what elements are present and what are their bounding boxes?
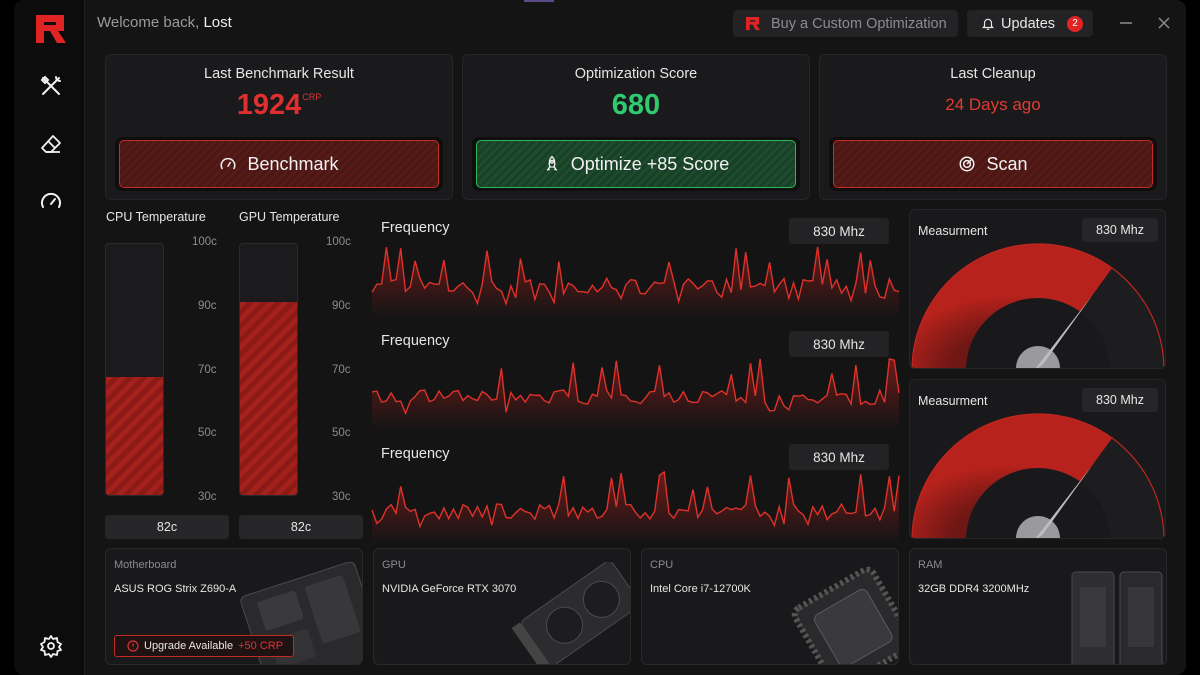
optimize-button-frame: Optimize +85 Score — [472, 137, 800, 191]
gpu-tick-100: 100c — [326, 236, 351, 248]
optimization-score: 680 — [611, 89, 661, 121]
benchmark-button-frame: Benchmark — [115, 137, 443, 191]
frequency-graph — [371, 358, 900, 430]
scan-button[interactable]: Scan — [833, 140, 1153, 188]
cpu-name: Intel Core i7-12700K — [650, 583, 751, 595]
upgrade-available-button[interactable]: Upgrade Available +50 CRP — [114, 635, 294, 657]
sidebar — [14, 0, 85, 675]
cpu-temperature-label: CPU Temperature — [106, 210, 206, 224]
cpu-temperature-bar — [105, 243, 164, 496]
measurement-gauge-card: Measurment 830 Mhz — [909, 379, 1166, 539]
gear-icon — [40, 635, 62, 658]
username: Lost — [203, 14, 232, 31]
scan-button-frame: Scan — [829, 137, 1157, 191]
gpu-tick-70: 70c — [332, 364, 351, 376]
cleanup-card: Last Cleanup 24 Days ago Scan — [819, 54, 1167, 200]
cpu-tick-70: 70c — [198, 364, 217, 376]
optimization-card: Optimization Score 680 Optimize +85 Scor… — [462, 54, 810, 200]
motherboard-card: Motherboard ASUS ROG Strix Z690-A Upgrad… — [105, 548, 363, 665]
updates-count-badge: 2 — [1067, 15, 1084, 32]
gpu-tick-50: 50c — [332, 427, 351, 439]
sidebar-item-cleaner[interactable] — [37, 130, 65, 158]
motherboard-title: Motherboard — [114, 559, 177, 571]
benchmark-unit: CRP — [302, 92, 322, 102]
frequency-label: Frequency — [381, 333, 450, 349]
app-window: Welcome back, Lost Buy a Custom Optimiza… — [14, 0, 1186, 675]
gpu-name: NVIDIA GeForce RTX 3070 — [382, 583, 517, 595]
upgrade-label: Upgrade Available — [144, 640, 234, 652]
rocket-icon — [546, 155, 557, 171]
gpu-temperature-bar — [239, 243, 298, 496]
gauge-level — [912, 244, 1113, 368]
gpu-temperature-value: 82c — [239, 515, 363, 539]
gpu-image — [511, 562, 630, 664]
benchmark-value: 1924CRP — [106, 89, 452, 122]
ram-image — [1071, 571, 1163, 664]
welcome-prefix: Welcome back, — [97, 14, 200, 31]
gauge-dial — [911, 243, 1165, 368]
frequency-label: Frequency — [381, 446, 450, 462]
speedometer-icon — [41, 192, 61, 208]
optimize-button[interactable]: Optimize +85 Score — [476, 140, 796, 188]
benchmark-title: Last Benchmark Result — [204, 66, 354, 82]
minimize-button[interactable] — [1115, 12, 1137, 34]
buy-custom-optimization-button[interactable]: Buy a Custom Optimization — [733, 10, 958, 37]
tools-icon — [40, 75, 61, 95]
optimization-title: Optimization Score — [574, 66, 698, 82]
gpu-temperature-fill — [240, 301, 297, 495]
sidebar-item-tools[interactable] — [37, 72, 65, 100]
scan-icon — [959, 156, 975, 172]
frequency-graph — [371, 246, 900, 318]
frequency-area — [372, 472, 899, 544]
gpu-tick-90: 90c — [332, 300, 351, 312]
gpu-tick-30: 30c — [332, 491, 351, 503]
cpu-tick-30: 30c — [198, 491, 217, 503]
buy-label: Buy a Custom Optimization — [771, 15, 947, 32]
benchmark-score: 1924 — [236, 89, 302, 121]
close-button[interactable] — [1153, 12, 1175, 34]
gpu-temperature-label: GPU Temperature — [239, 210, 340, 224]
welcome-message: Welcome back, Lost — [97, 14, 232, 31]
ram-title: RAM — [918, 559, 943, 571]
cpu-temperature-fill — [106, 377, 163, 495]
cpu-tick-50: 50c — [198, 427, 217, 439]
benchmark-button[interactable]: Benchmark — [119, 140, 439, 188]
cpu-tick-90: 90c — [198, 300, 217, 312]
frequency-label: Frequency — [381, 220, 450, 236]
app-logo — [34, 13, 68, 45]
top-bar: Welcome back, Lost Buy a Custom Optimiza… — [85, 0, 1186, 45]
upgrade-bonus: +50 CRP — [238, 640, 284, 652]
frequency-area — [372, 246, 899, 318]
bell-icon — [981, 18, 995, 30]
sidebar-item-settings[interactable] — [37, 632, 65, 660]
sidebar-item-performance[interactable] — [37, 188, 65, 216]
cpu-card: CPU Intel Core i7-12700K — [641, 548, 899, 665]
measurement-gauge-card: Measurment 830 Mhz — [909, 209, 1166, 369]
ram-name: 32GB DDR4 3200MHz — [918, 583, 1030, 595]
gauge-icon — [221, 157, 236, 170]
cpu-tick-100: 100c — [192, 236, 217, 248]
logo-icon — [745, 16, 761, 31]
frequency-graph — [371, 470, 900, 544]
updates-button[interactable]: Updates 2 — [967, 10, 1093, 37]
updates-label: Updates — [1001, 15, 1056, 32]
gpu-card: GPU NVIDIA GeForce RTX 3070 — [373, 548, 631, 665]
benchmark-card: Last Benchmark Result 1924CRP Benchmark — [105, 54, 453, 200]
cleanup-value: 24 Days ago — [945, 95, 1041, 114]
optimize-button-label: Optimize +85 Score — [570, 153, 730, 174]
gauge-dial — [911, 413, 1165, 538]
cleanup-title: Last Cleanup — [950, 66, 1036, 82]
cpu-temperature-value: 82c — [105, 515, 229, 539]
gauge-level — [912, 414, 1113, 538]
gpu-title: GPU — [382, 559, 406, 571]
close-icon — [1158, 17, 1170, 29]
cpu-title: CPU — [650, 559, 674, 571]
ram-card: RAM 32GB DDR4 3200MHz — [909, 548, 1167, 665]
scan-button-label: Scan — [986, 153, 1028, 174]
minimize-icon — [1120, 22, 1132, 24]
info-icon — [127, 640, 139, 652]
eraser-icon — [41, 135, 61, 153]
benchmark-button-label: Benchmark — [247, 153, 339, 174]
cpu-image — [791, 566, 898, 664]
